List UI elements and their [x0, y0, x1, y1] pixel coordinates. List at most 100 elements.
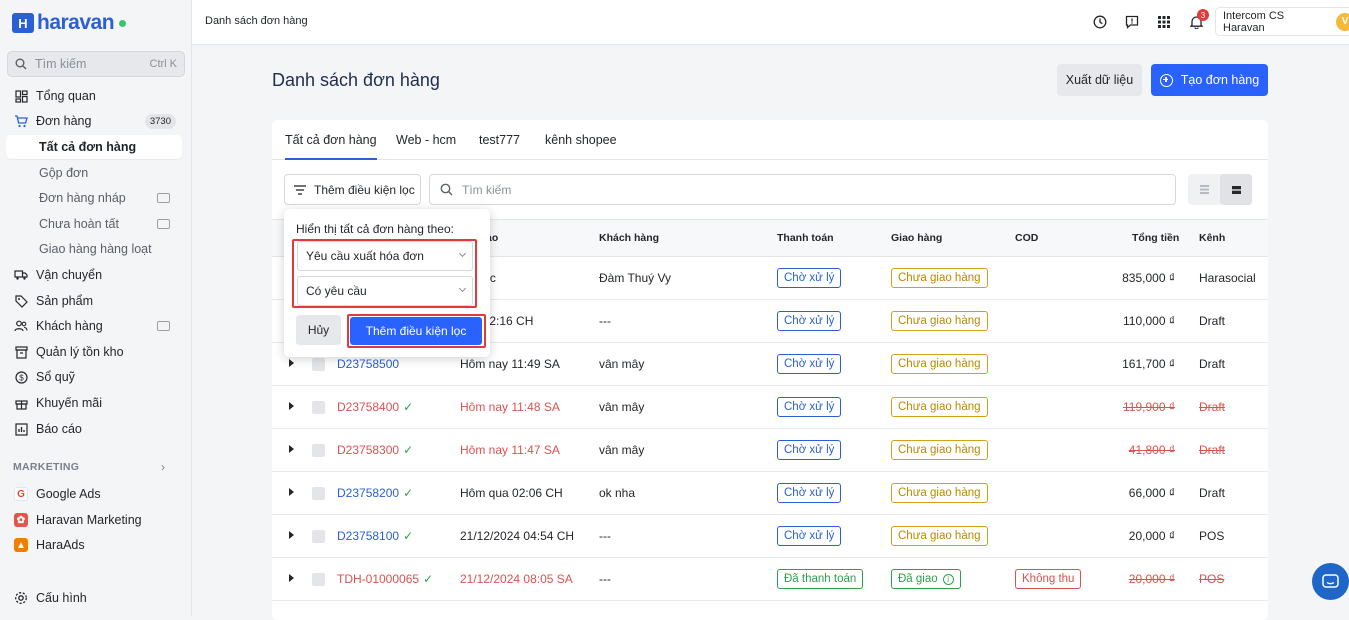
order-code-cell[interactable]: D23758100 ✓	[337, 529, 413, 543]
row-checkbox[interactable]	[312, 444, 325, 457]
dashboard-icon	[14, 89, 28, 103]
customer-name: Đàm Thuý Vy	[599, 271, 672, 285]
sidebar-item-label: Haravan Marketing	[36, 513, 142, 527]
created-date: Hôm nay 11:49 SA	[460, 357, 560, 371]
expand-row-icon[interactable]	[289, 359, 294, 367]
table-row[interactable]: D23758300 ✓ Hôm nay 11:47 SA vân mây Chờ xử …	[272, 429, 1268, 472]
expand-row-icon[interactable]	[289, 488, 294, 496]
order-code-cell[interactable]: TDH-01000065 ✓	[337, 572, 433, 586]
avatar: V	[1336, 12, 1349, 31]
row-checkbox[interactable]	[312, 573, 325, 586]
order-code-cell[interactable]: D23758400 ✓	[337, 400, 413, 414]
table-row[interactable]: D23758400 ✓ Hôm nay 11:48 SA vân mây Chờ xử …	[272, 386, 1268, 429]
sidebar-item-label: Khách hàng	[36, 319, 103, 333]
row-checkbox[interactable]	[312, 401, 325, 414]
table-view-icon[interactable]	[1220, 174, 1252, 205]
cancel-button[interactable]: Hủy	[296, 315, 341, 345]
sidebar-item-customers[interactable]: Khách hàng	[0, 314, 192, 338]
sidebar-item-label: Gộp đơn	[39, 166, 89, 180]
filter-icon	[294, 184, 306, 195]
add-filter-button[interactable]: Thêm điều kiện lọc	[284, 174, 421, 205]
create-order-button[interactable]: Tạo đơn hàng	[1151, 64, 1268, 96]
order-code-cell[interactable]: D23758500	[337, 357, 399, 371]
shipping-status-badge: Chưa giao hàng	[891, 483, 988, 503]
sidebar-item-cashbook[interactable]: $ Sổ quỹ	[0, 365, 192, 389]
orders-card: Tất cả đơn hàng Web - hcm test777 kênh s…	[272, 120, 1268, 620]
sidebar-item-orders[interactable]: Đơn hàng 3730	[0, 109, 192, 133]
expand-row-icon[interactable]	[289, 574, 294, 582]
sidebar-item-google-ads[interactable]: G Google Ads	[0, 482, 192, 506]
sidebar-item-label: Sản phẩm	[36, 294, 93, 308]
shipping-status-text: Chưa giao hàng	[898, 487, 981, 499]
filter-popover: Hiển thị tất cả đơn hàng theo: Yêu cầu x…	[284, 209, 490, 357]
view-toggle[interactable]	[1188, 174, 1252, 205]
sidebar-item-all-orders[interactable]: Tất cả đơn hàng	[6, 135, 182, 159]
cash-icon: $	[14, 370, 28, 384]
tab-test777[interactable]: test777	[479, 133, 520, 147]
sidebar-item-label: Giao hàng hàng loạt	[39, 242, 152, 256]
row-checkbox[interactable]	[312, 358, 325, 371]
sidebar-item-draft-orders[interactable]: Đơn hàng nháp	[0, 186, 192, 210]
tab-all-orders[interactable]: Tất cả đơn hàng	[285, 133, 377, 160]
sidebar-item-haraads[interactable]: ▲ HaraAds	[0, 533, 192, 557]
filter-field-value: Yêu cầu xuất hóa đơn	[306, 249, 424, 263]
filter-value-value: Có yêu cầu	[306, 284, 367, 298]
notification-count-badge: 3	[1197, 9, 1209, 21]
sidebar-item-bulk-shipping[interactable]: Giao hàng hàng loạt	[0, 237, 192, 261]
table-row[interactable]: D23758100 ✓ 21/12/2024 04:54 CH --- Chờ xử l…	[272, 515, 1268, 558]
order-search-input[interactable]: Tìm kiếm	[429, 174, 1176, 205]
chat-launcher[interactable]	[1312, 563, 1349, 600]
order-code-cell[interactable]: D23758200 ✓	[337, 486, 413, 500]
created-date: Hôm nay 11:47 SA	[460, 443, 560, 457]
sidebar-item-label: Sổ quỹ	[36, 370, 75, 384]
table-row[interactable]: D23758200 ✓ Hôm qua 02:06 CH ok nha Chờ xử l…	[272, 472, 1268, 515]
sales-channel: Draft	[1199, 486, 1226, 500]
info-icon[interactable]: i	[942, 573, 954, 585]
account-name: Intercom CS Haravan	[1223, 9, 1285, 34]
row-checkbox[interactable]	[312, 487, 325, 500]
apply-filter-button[interactable]: Thêm điều kiện lọc	[350, 317, 482, 345]
tab-shopee[interactable]: kênh shopee	[545, 133, 617, 147]
expand-row-icon[interactable]	[289, 445, 294, 453]
filter-field-select[interactable]: Yêu cầu xuất hóa đơn	[297, 241, 473, 271]
filter-value-select[interactable]: Có yêu cầu	[297, 276, 473, 306]
order-code: D23758500	[337, 357, 400, 371]
sidebar-item-shipping[interactable]: Vận chuyển	[0, 263, 192, 287]
sidebar-item-reports[interactable]: Báo cáo	[0, 417, 192, 441]
order-total: 161,700 ₫	[1122, 357, 1175, 371]
row-checkbox[interactable]	[312, 530, 325, 543]
export-data-button[interactable]: Xuất dữ liệu	[1057, 64, 1142, 96]
order-search-placeholder: Tìm kiếm	[462, 182, 512, 197]
add-filter-label: Thêm điều kiện lọc	[314, 182, 415, 197]
payment-status-badge: Đã thanh toán	[777, 569, 864, 589]
shipping-status-text: Đã giao	[898, 573, 938, 585]
order-code-cell[interactable]: D23758300 ✓	[337, 443, 413, 457]
history-icon[interactable]	[1092, 14, 1108, 30]
shipping-status-text: Chưa giao hàng	[898, 315, 981, 327]
sidebar-item-products[interactable]: Sản phẩm	[0, 289, 192, 313]
sidebar-item-inventory[interactable]: Quản lý tồn kho	[0, 340, 192, 364]
sidebar-item-merge-orders[interactable]: Gộp đơn	[0, 161, 192, 185]
customer-name: ---	[599, 529, 611, 543]
sidebar-item-settings[interactable]: Cấu hình	[0, 586, 192, 610]
sidebar-item-incomplete[interactable]: Chưa hoàn tất	[0, 212, 192, 236]
haravan-logo[interactable]: H haravan	[12, 10, 127, 36]
chevron-right-icon[interactable]: ›	[161, 460, 165, 474]
shipping-status-badge: Đã giao i	[891, 569, 961, 589]
sidebar-search[interactable]: Tìm kiếm Ctrl K	[7, 51, 185, 77]
account-menu[interactable]: Intercom CS Haravan V	[1215, 7, 1349, 36]
tab-web-hcm[interactable]: Web - hcm	[396, 133, 456, 147]
sidebar-item-overview[interactable]: Tổng quan	[0, 84, 192, 108]
sidebar-item-promotions[interactable]: Khuyến mãi	[0, 391, 192, 415]
page-title: Danh sách đơn hàng	[272, 70, 440, 90]
expand-row-icon[interactable]	[289, 402, 294, 410]
sidebar-item-label: Quản lý tồn kho	[36, 345, 124, 359]
feedback-icon[interactable]	[1124, 14, 1140, 30]
col-customer: Khách hàng	[599, 232, 660, 244]
google-icon: G	[14, 487, 28, 501]
sidebar-item-haravan-marketing[interactable]: ✿ Haravan Marketing	[0, 508, 192, 532]
list-view-icon[interactable]	[1188, 174, 1220, 205]
table-row[interactable]: TDH-01000065 ✓ 21/12/2024 08:05 SA --- Đã th…	[272, 558, 1268, 601]
expand-row-icon[interactable]	[289, 531, 294, 539]
apps-grid-icon[interactable]	[1156, 14, 1172, 30]
